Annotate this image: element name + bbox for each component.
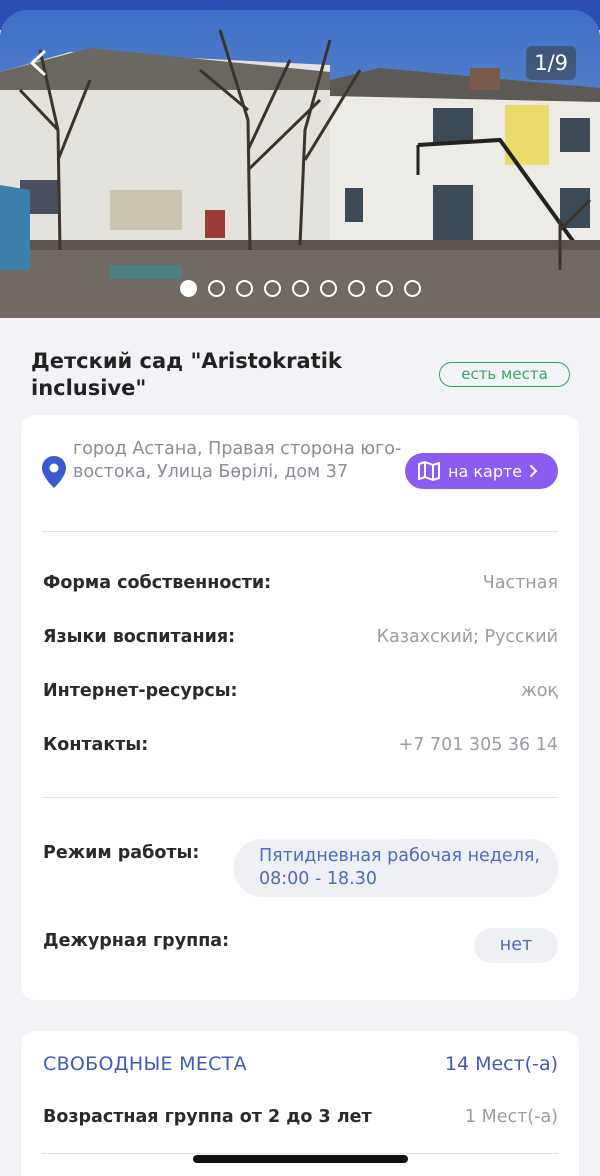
ownership-value: Частная bbox=[482, 573, 558, 593]
pagination-dot[interactable] bbox=[292, 280, 309, 297]
contacts-phone-link[interactable]: +7 701 305 36 14 bbox=[399, 735, 558, 755]
address-text: город Астана, Правая сторона юго-востока… bbox=[73, 439, 402, 482]
free-places-title: СВОБОДНЫЕ МЕСТА bbox=[43, 1053, 247, 1075]
age-group-label: Возрастная группа от 2 до 3 лет bbox=[43, 1107, 372, 1127]
map-button-label: на карте bbox=[448, 461, 523, 481]
pagination-dot[interactable] bbox=[320, 280, 337, 297]
pagination-dot[interactable] bbox=[404, 280, 421, 297]
internet-resources-value: жоқ bbox=[520, 681, 558, 701]
details-card: город Астана, Правая сторона юго-востока… bbox=[21, 415, 579, 1000]
gallery-pagination[interactable] bbox=[180, 280, 421, 297]
contacts-label: Контакты: bbox=[43, 735, 149, 755]
pagination-dot[interactable] bbox=[264, 280, 281, 297]
availability-badge: есть места bbox=[439, 362, 570, 387]
pagination-dot[interactable] bbox=[208, 280, 225, 297]
schedule-label: Режим работы: bbox=[43, 843, 200, 863]
map-icon bbox=[418, 461, 440, 481]
internet-resources-label: Интернет-ресурсы: bbox=[43, 681, 238, 701]
schedule-value: Пятидневная рабочая неделя, 08:00 - 18.3… bbox=[234, 839, 558, 897]
image-counter: 1/9 bbox=[526, 46, 576, 80]
duty-group-label: Дежурная группа: bbox=[43, 931, 230, 951]
languages-label: Языки воспитания: bbox=[43, 627, 236, 647]
pagination-dot[interactable] bbox=[376, 280, 393, 297]
divider bbox=[42, 797, 558, 798]
photo-gallery[interactable]: 1/9 bbox=[0, 10, 600, 318]
chevron-right-icon bbox=[530, 465, 538, 477]
back-button[interactable] bbox=[22, 46, 56, 80]
divider bbox=[42, 1153, 558, 1154]
show-on-map-button[interactable]: на карте bbox=[405, 453, 558, 489]
back-arrow-icon bbox=[30, 50, 46, 76]
home-indicator bbox=[193, 1155, 408, 1163]
free-places-total: 14 Мест(-а) bbox=[444, 1053, 558, 1075]
location-pin-icon bbox=[42, 456, 66, 488]
languages-value: Казахский; Русский bbox=[376, 627, 558, 647]
ownership-label: Форма собственности: bbox=[43, 573, 272, 593]
divider bbox=[42, 531, 558, 532]
pagination-dot[interactable] bbox=[348, 280, 365, 297]
gallery-photo bbox=[0, 10, 600, 318]
pagination-dot[interactable] bbox=[180, 280, 197, 297]
age-group-value: 1 Мест(-а) bbox=[464, 1107, 558, 1127]
duty-group-value: нет bbox=[474, 928, 558, 963]
kindergarten-title: Детский сад "Aristokratik inclusive" bbox=[31, 349, 342, 400]
pagination-dot[interactable] bbox=[236, 280, 253, 297]
